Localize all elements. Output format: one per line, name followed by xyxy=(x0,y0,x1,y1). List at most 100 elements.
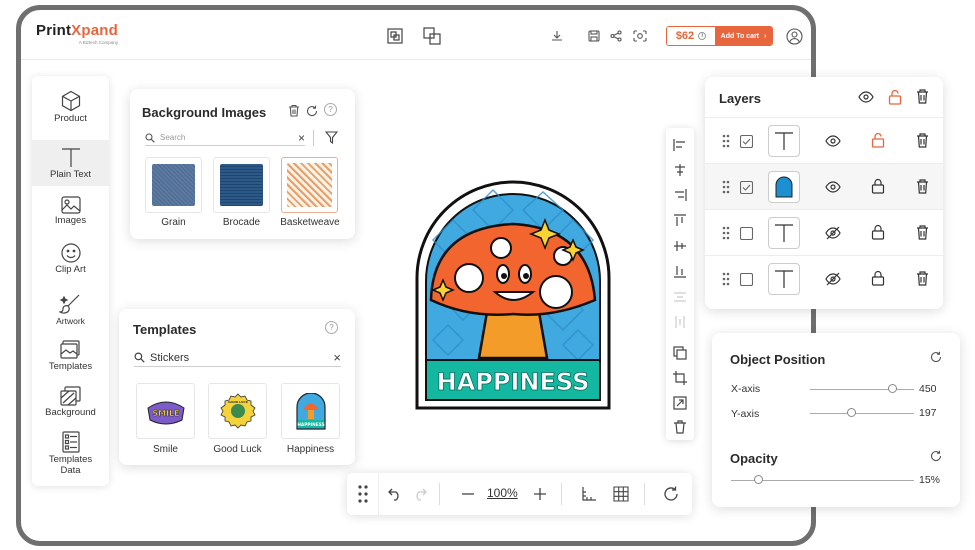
eye-icon[interactable] xyxy=(858,91,874,103)
add-to-cart-button[interactable]: Add To cart › xyxy=(715,27,772,45)
unlock-icon[interactable] xyxy=(871,132,885,148)
share-icon[interactable] xyxy=(607,27,625,45)
info-icon[interactable]: i xyxy=(698,32,707,40)
trash-icon[interactable] xyxy=(916,225,929,240)
redo-icon[interactable] xyxy=(413,487,427,501)
template-thumb-good-luck[interactable]: GOOD LUCK xyxy=(208,383,267,439)
align-center-icon[interactable] xyxy=(673,163,687,177)
crop-icon[interactable] xyxy=(673,371,687,385)
drag-handle[interactable] xyxy=(347,473,379,515)
reset-icon[interactable] xyxy=(930,351,942,363)
distribute-vertical-icon[interactable] xyxy=(673,315,687,329)
y-axis-slider-knob[interactable] xyxy=(847,408,856,417)
eye-icon[interactable] xyxy=(825,135,841,147)
clear-icon[interactable]: × xyxy=(298,131,305,145)
help-icon[interactable]: ? xyxy=(324,103,337,116)
background-thumb-grain[interactable] xyxy=(145,157,202,213)
thumb-label: Grain xyxy=(161,217,186,228)
layer-row[interactable] xyxy=(705,209,943,255)
reset-icon[interactable] xyxy=(930,450,942,462)
eye-off-icon[interactable] xyxy=(825,272,841,286)
object-position-panel: Object Position X-axis 450 Y-axis 197 Op… xyxy=(712,333,960,507)
smile-sticker-art: SMILE xyxy=(147,401,185,425)
sidebar-item-plain-text[interactable]: Plain Text xyxy=(32,140,109,186)
sidebar-item-clip-art[interactable]: Clip Art xyxy=(32,243,109,279)
unlock-icon[interactable] xyxy=(888,89,902,105)
resize-icon[interactable] xyxy=(673,396,687,410)
undo-icon[interactable] xyxy=(388,487,402,501)
layer-row-selected[interactable] xyxy=(705,163,943,209)
lock-icon[interactable] xyxy=(871,270,885,286)
trash-icon[interactable] xyxy=(916,179,929,194)
checkbox-unchecked[interactable] xyxy=(740,227,753,240)
drag-handle-icon[interactable] xyxy=(722,226,730,240)
trash-icon[interactable] xyxy=(916,89,929,104)
user-icon[interactable] xyxy=(785,27,803,45)
align-top-icon[interactable] xyxy=(673,214,687,228)
checkbox-unchecked[interactable] xyxy=(740,273,753,286)
sidebar-item-background[interactable]: Background xyxy=(32,386,109,422)
brand-logo[interactable]: PrintXpand A Biztech Company xyxy=(36,22,118,45)
template-thumb-smile[interactable]: SMILE xyxy=(136,383,195,439)
eye-off-icon[interactable] xyxy=(825,226,841,240)
background-search[interactable]: Search × xyxy=(145,130,305,146)
align-bottom-icon[interactable] xyxy=(673,264,687,278)
search-input[interactable]: Stickers xyxy=(150,352,333,364)
clear-icon[interactable]: × xyxy=(333,350,341,365)
panel-title: Background Images xyxy=(142,105,267,120)
distribute-horizontal-icon[interactable] xyxy=(673,290,687,304)
opacity-slider-knob[interactable] xyxy=(754,475,763,484)
text-icon xyxy=(775,224,793,242)
lock-icon[interactable] xyxy=(871,178,885,194)
align-left-icon[interactable] xyxy=(673,138,687,152)
background-images-panel: Background Images ? Search × Grain Broca… xyxy=(130,89,355,239)
drag-handle-icon[interactable] xyxy=(722,272,730,286)
layers-front-icon[interactable] xyxy=(386,27,404,45)
eye-icon[interactable] xyxy=(825,181,841,193)
layer-row[interactable] xyxy=(705,117,943,163)
layers-back-icon[interactable] xyxy=(423,27,441,45)
sidebar-item-templates[interactable]: Templates xyxy=(32,340,109,376)
y-axis-slider-track[interactable] xyxy=(810,413,914,414)
drag-handle-icon[interactable] xyxy=(722,180,730,194)
align-middle-icon[interactable] xyxy=(673,239,687,253)
zoom-in-icon[interactable] xyxy=(533,487,547,501)
filter-icon[interactable] xyxy=(324,131,339,149)
sidebar-item-product[interactable]: Product xyxy=(32,90,109,136)
preview-icon[interactable] xyxy=(631,27,649,45)
align-right-icon[interactable] xyxy=(673,188,687,202)
drag-handle-icon[interactable] xyxy=(722,134,730,148)
lock-icon[interactable] xyxy=(871,224,885,240)
refresh-icon[interactable] xyxy=(306,104,318,122)
x-axis-slider-knob[interactable] xyxy=(888,384,897,393)
zoom-out-icon[interactable] xyxy=(461,487,475,501)
download-icon[interactable] xyxy=(548,27,566,45)
duplicate-icon[interactable] xyxy=(673,346,687,360)
delete-icon[interactable] xyxy=(673,420,687,434)
save-icon[interactable] xyxy=(585,27,603,45)
checkbox-checked[interactable] xyxy=(740,135,753,148)
layer-row[interactable] xyxy=(705,255,943,301)
background-thumb-brocade[interactable] xyxy=(213,157,270,213)
background-thumb-basketweave[interactable] xyxy=(281,157,338,213)
zoom-level[interactable]: 100% xyxy=(487,486,518,500)
trash-icon[interactable] xyxy=(288,104,300,122)
chevron-right-icon: › xyxy=(764,32,767,40)
trash-icon[interactable] xyxy=(916,133,929,148)
trash-icon[interactable] xyxy=(916,271,929,286)
sidebar-item-templates-data[interactable]: Templates Data xyxy=(32,431,109,479)
checkbox-checked[interactable] xyxy=(740,181,753,194)
text-icon xyxy=(61,148,80,167)
search-input[interactable]: Search xyxy=(160,133,298,142)
ruler-icon[interactable] xyxy=(581,486,597,502)
x-axis-slider-track[interactable] xyxy=(810,389,914,390)
reset-icon[interactable] xyxy=(663,486,679,502)
tools-sidebar: Product Plain Text Images Clip Art Artwo… xyxy=(32,76,109,486)
grid-icon[interactable] xyxy=(613,486,629,502)
happiness-sticker[interactable]: HAPPINESS xyxy=(413,180,613,412)
help-icon[interactable]: ? xyxy=(325,321,338,334)
templates-search[interactable]: Stickers × xyxy=(134,349,341,367)
sidebar-item-images[interactable]: Images xyxy=(32,196,109,230)
sidebar-item-artwork[interactable]: Artwork xyxy=(32,293,109,329)
template-thumb-happiness[interactable]: HAPPINESS xyxy=(281,383,340,439)
